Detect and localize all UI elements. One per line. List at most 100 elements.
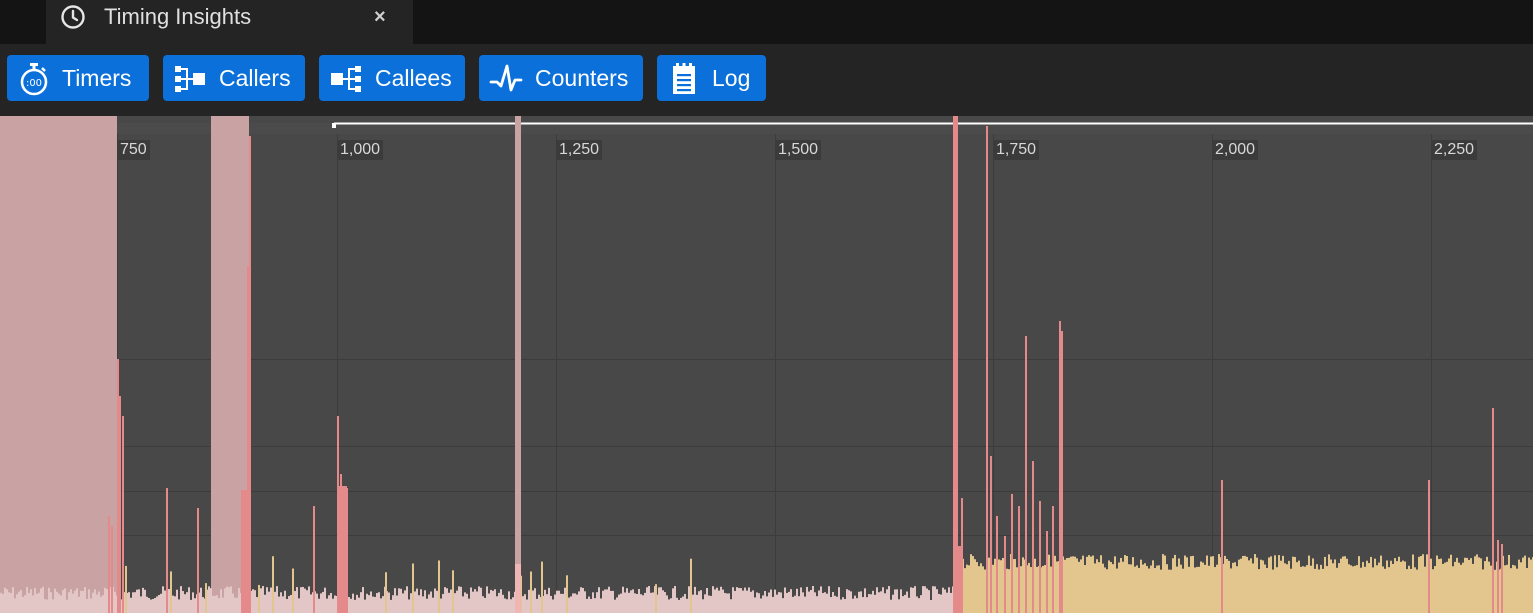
frame-bar [548, 587, 550, 613]
frame-bar [1488, 561, 1490, 613]
frame-bar [385, 572, 387, 613]
frame-bar [598, 587, 600, 613]
frame-bar [222, 597, 224, 613]
tab-timing-insights[interactable]: Timing Insights × [46, 0, 413, 44]
frame-bar [764, 591, 766, 613]
frame-bar [478, 586, 480, 613]
frame-bar [232, 593, 234, 613]
frame-bar [902, 596, 904, 613]
frame-bar [364, 599, 366, 613]
frame-bar [906, 591, 908, 613]
frame-bar [722, 589, 724, 613]
frame-bar [828, 586, 830, 613]
frame-bar [114, 591, 116, 613]
frame-bar [646, 587, 648, 613]
callers-tree-icon [175, 66, 205, 92]
frame-bar [426, 598, 428, 613]
frame-bar [140, 596, 142, 613]
frame-bar [1494, 569, 1496, 613]
frame-bar [1230, 568, 1232, 613]
frame-bar [846, 589, 848, 613]
frame-bar [1508, 554, 1510, 613]
frame-bar [1086, 556, 1088, 613]
frame-bar [4, 587, 6, 613]
timers-button-label: Timers [62, 65, 132, 91]
frame-bar [692, 594, 694, 613]
frame-spike [1025, 336, 1027, 613]
frame-bar [90, 598, 92, 613]
frame-spike [111, 526, 113, 613]
frame-bar [834, 595, 836, 613]
log-button[interactable]: Log [657, 55, 766, 101]
frame-bar [616, 597, 618, 613]
frame-bar [1244, 555, 1246, 613]
frame-bar [180, 586, 182, 613]
frame-bar [496, 596, 498, 613]
frame-bar [1366, 560, 1368, 613]
frame-bar [380, 598, 382, 613]
frame-bar [62, 589, 64, 613]
frame-bar [888, 586, 890, 613]
frame-bar [716, 587, 718, 613]
frame-bar [662, 590, 664, 613]
frame-bar [218, 598, 220, 613]
frame-bar [172, 595, 174, 613]
frame-bar [944, 589, 946, 613]
frame-bar [1350, 565, 1352, 613]
frame-bar [1204, 564, 1206, 613]
frame-bar [1166, 564, 1168, 613]
frame-bar [1082, 555, 1084, 613]
frame-bar [1386, 560, 1388, 613]
frame-bar [1072, 556, 1074, 613]
frame-spike [166, 488, 168, 613]
frame-bar [938, 593, 940, 613]
frame-bar [1174, 554, 1176, 613]
frame-bar [92, 592, 94, 613]
frame-bar [538, 594, 540, 613]
frame-bar [704, 594, 706, 613]
frame-bar [486, 586, 488, 613]
frame-bar [710, 595, 712, 613]
frame-spike [515, 564, 521, 613]
frame-bar [582, 587, 584, 613]
frame-bar [988, 557, 990, 613]
frame-bar [438, 560, 440, 613]
frame-bar [546, 594, 548, 613]
timers-button[interactable]: :00 Timers [7, 55, 149, 101]
frame-bar [970, 554, 972, 613]
frame-bar [992, 564, 994, 613]
frame-bar [36, 593, 38, 613]
close-icon[interactable]: × [374, 5, 386, 29]
frame-bar [1258, 569, 1260, 613]
callers-button[interactable]: Callers [163, 55, 305, 101]
frame-bar [856, 598, 858, 613]
frame-bar [1398, 556, 1400, 613]
frame-bar [524, 594, 526, 613]
frames-graph[interactable] [0, 116, 1533, 613]
frame-bar [798, 596, 800, 613]
frame-bar [1530, 559, 1532, 613]
frame-bar [446, 588, 448, 613]
frame-bar [1460, 564, 1462, 613]
frame-bar [284, 590, 286, 613]
frame-bar [12, 587, 14, 613]
frame-bar [100, 596, 102, 613]
frame-bar [500, 589, 502, 613]
frame-bar [664, 592, 666, 613]
frame-bar [136, 589, 138, 613]
frame-bar [614, 599, 616, 613]
frame-bar [80, 590, 82, 613]
frame-bar [1260, 559, 1262, 613]
frame-bar [406, 586, 408, 613]
frame-bar [980, 563, 982, 613]
counters-button[interactable]: Counters [479, 55, 643, 101]
frame-bar [1078, 561, 1080, 613]
callees-button[interactable]: Callees [319, 55, 465, 101]
frame-spike [122, 416, 124, 613]
frame-bar [652, 592, 654, 613]
frame-bar [366, 593, 368, 613]
frame-bar [1478, 557, 1480, 613]
frames-timeline[interactable]: 750 1,000 1,250 1,500 1,750 2,000 2,250 [0, 116, 1533, 613]
frame-bar [1108, 560, 1110, 613]
frame-bar [300, 587, 302, 613]
